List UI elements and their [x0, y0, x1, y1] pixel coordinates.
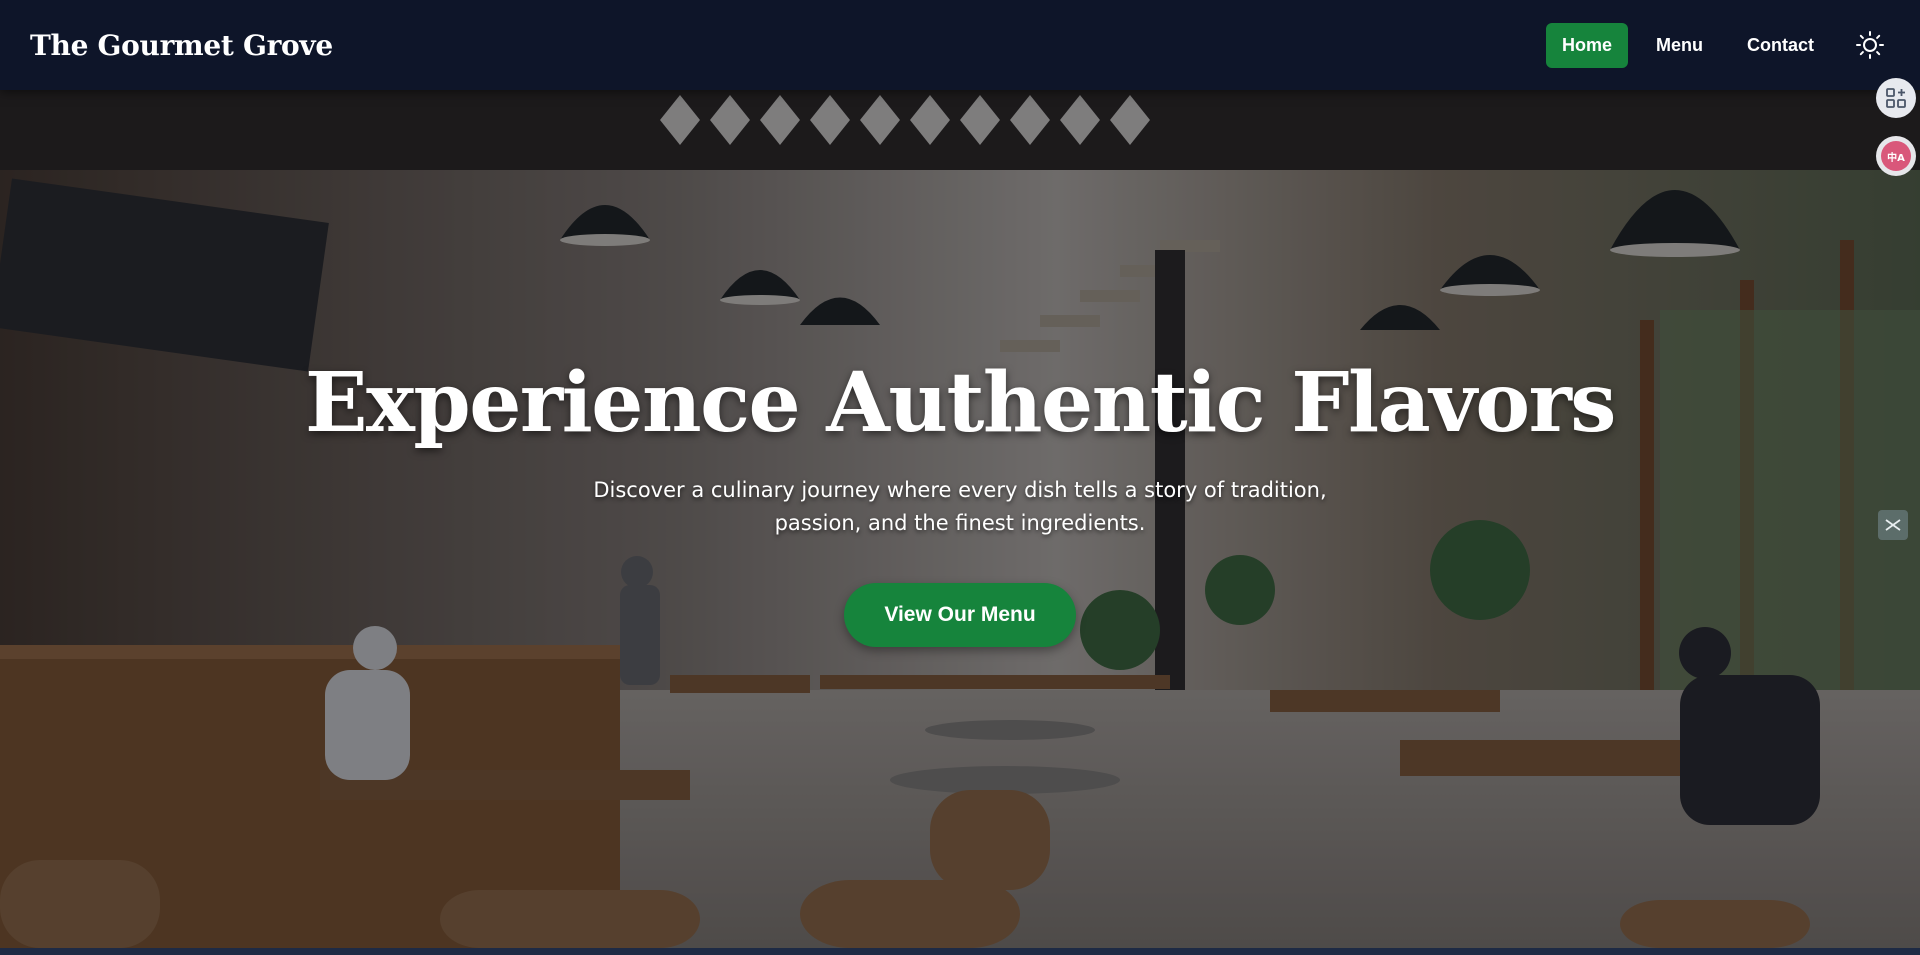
panel-tab-icon [1885, 519, 1901, 531]
site-header: The Gourmet Grove Home Menu Contact [0, 0, 1920, 90]
brand-logo[interactable]: The Gourmet Grove [30, 29, 333, 62]
nav-contact[interactable]: Contact [1731, 23, 1830, 68]
nav-menu[interactable]: Menu [1640, 23, 1719, 68]
hero-subtitle: Discover a culinary journey where every … [593, 478, 1327, 535]
side-panel-tab[interactable] [1878, 510, 1908, 540]
translate-icon: 中A [1881, 141, 1911, 171]
page-bottom-strip [0, 948, 1920, 955]
sun-icon [1856, 31, 1884, 59]
nav-home[interactable]: Home [1545, 22, 1628, 68]
apps-grid-icon [1886, 88, 1906, 108]
hero-section: Experience Authentic Flavors Discover a … [0, 90, 1920, 948]
hero-content: Experience Authentic Flavors Discover a … [0, 355, 1920, 648]
view-menu-button[interactable]: View Our Menu [844, 583, 1076, 648]
theme-toggle-button[interactable] [1850, 25, 1890, 65]
apps-widget-button[interactable] [1876, 78, 1916, 118]
hero-title: Experience Authentic Flavors [305, 355, 1616, 451]
translate-widget-button[interactable]: 中A [1876, 136, 1916, 176]
main-nav: Home Menu Contact [1534, 0, 1890, 90]
